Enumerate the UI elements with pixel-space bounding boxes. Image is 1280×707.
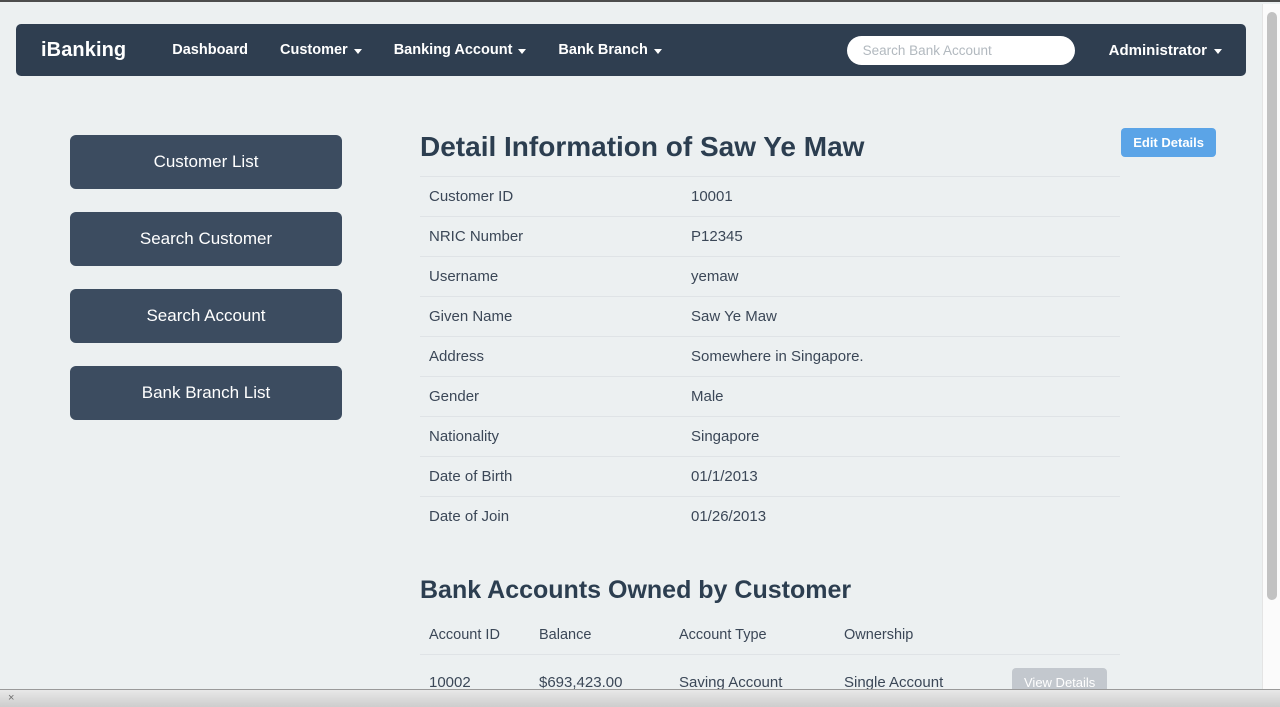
page-title-row: Detail Information of Saw Ye Maw Edit De… bbox=[420, 128, 1216, 163]
vertical-scrollbar[interactable] bbox=[1262, 4, 1280, 689]
page-title: Detail Information of Saw Ye Maw bbox=[420, 131, 865, 162]
nav-item-label: Banking Account bbox=[393, 42, 513, 58]
detail-value: yemaw bbox=[682, 256, 1120, 297]
customer-detail-table: Customer ID 10001 NRIC Number P12345 Use… bbox=[420, 176, 1120, 536]
cell-balance: $693,423.00 bbox=[530, 654, 670, 689]
nav-item-label: Customer bbox=[280, 42, 348, 58]
cell-account-id: 10002 bbox=[420, 654, 530, 689]
bottom-status-bar: × bbox=[0, 689, 1280, 707]
detail-label: Date of Birth bbox=[420, 456, 682, 497]
brand-logo[interactable]: iBanking bbox=[41, 39, 126, 62]
detail-label: Username bbox=[420, 256, 682, 297]
table-row: Date of Join 01/26/2013 bbox=[420, 496, 1120, 536]
nav-item-label: Dashboard bbox=[172, 42, 249, 58]
sidebar: Customer List Search Customer Search Acc… bbox=[70, 98, 342, 689]
cell-actions: View Details bbox=[1003, 654, 1120, 689]
detail-value: P12345 bbox=[682, 216, 1120, 257]
detail-label: Address bbox=[420, 336, 682, 377]
column-header-account-id: Account ID bbox=[429, 627, 500, 643]
table-row: Username yemaw bbox=[420, 256, 1120, 297]
column-header-account-type: Account Type bbox=[679, 627, 767, 643]
top-navbar: iBanking Dashboard Customer Banking Acco… bbox=[16, 24, 1246, 76]
column-header-ownership: Ownership bbox=[844, 627, 914, 643]
detail-label: NRIC Number bbox=[420, 216, 682, 257]
table-row: Nationality Singapore bbox=[420, 416, 1120, 457]
chevron-down-icon bbox=[1214, 48, 1222, 54]
scrollbar-thumb[interactable] bbox=[1267, 12, 1277, 600]
nav-item-dashboard[interactable]: Dashboard bbox=[156, 36, 264, 64]
nav-item-customer[interactable]: Customer bbox=[264, 36, 378, 64]
table-row: Given Name Saw Ye Maw bbox=[420, 296, 1120, 337]
account-menu-label: Administrator bbox=[1108, 41, 1207, 59]
search-input[interactable] bbox=[846, 35, 1075, 65]
nav-item-banking-account[interactable]: Banking Account bbox=[378, 36, 543, 64]
main-content: Detail Information of Saw Ye Maw Edit De… bbox=[420, 98, 1216, 689]
detail-label: Nationality bbox=[420, 416, 682, 457]
bank-accounts-table: Account ID Balance Account Type Ownershi… bbox=[420, 623, 1120, 689]
close-icon[interactable]: × bbox=[8, 693, 14, 704]
cell-ownership: Single Account bbox=[835, 654, 1003, 689]
table-row: 10002 $693,423.00 Saving Account Single … bbox=[420, 654, 1120, 689]
detail-label: Customer ID bbox=[420, 176, 682, 217]
table-header-row: Account ID Balance Account Type Ownershi… bbox=[420, 623, 1120, 655]
nav-item-label: Bank Branch bbox=[558, 42, 648, 58]
table-row: Customer ID 10001 bbox=[420, 176, 1120, 217]
table-row: Address Somewhere in Singapore. bbox=[420, 336, 1120, 377]
sidebar-item-search-customer[interactable]: Search Customer bbox=[70, 212, 342, 266]
table-row: NRIC Number P12345 bbox=[420, 216, 1120, 257]
edit-details-button[interactable]: Edit Details bbox=[1121, 128, 1216, 157]
column-header-balance: Balance bbox=[539, 627, 592, 643]
account-menu[interactable]: Administrator bbox=[1109, 42, 1222, 59]
accounts-section-title: Bank Accounts Owned by Customer bbox=[420, 576, 852, 604]
table-row: Gender Male bbox=[420, 376, 1120, 417]
browser-viewport: iBanking Dashboard Customer Banking Acco… bbox=[0, 0, 1280, 689]
chevron-down-icon bbox=[653, 48, 662, 54]
detail-value: 01/26/2013 bbox=[682, 496, 1120, 536]
detail-value: 10001 bbox=[682, 176, 1120, 217]
column-header-actions bbox=[1003, 623, 1120, 655]
detail-value: Somewhere in Singapore. bbox=[682, 336, 1120, 377]
table-row: Date of Birth 01/1/2013 bbox=[420, 456, 1120, 497]
page-container: Customer List Search Customer Search Acc… bbox=[0, 98, 1262, 689]
nav-links: Dashboard Customer Banking Account Bank … bbox=[156, 36, 678, 64]
navbar-right: Administrator bbox=[846, 35, 1222, 65]
detail-value: 01/1/2013 bbox=[682, 456, 1120, 497]
sidebar-item-bank-branch-list[interactable]: Bank Branch List bbox=[70, 366, 342, 420]
view-details-button[interactable]: View Details bbox=[1012, 668, 1108, 689]
detail-value: Saw Ye Maw bbox=[682, 296, 1120, 337]
chevron-down-icon bbox=[518, 48, 527, 54]
cell-account-type: Saving Account bbox=[670, 654, 835, 689]
sidebar-item-customer-list[interactable]: Customer List bbox=[70, 135, 342, 189]
detail-label: Given Name bbox=[420, 296, 682, 337]
detail-value: Male bbox=[682, 376, 1120, 417]
detail-label: Gender bbox=[420, 376, 682, 417]
nav-item-bank-branch[interactable]: Bank Branch bbox=[542, 36, 677, 64]
page-canvas: iBanking Dashboard Customer Banking Acco… bbox=[0, 2, 1262, 689]
detail-label: Date of Join bbox=[420, 496, 682, 536]
sidebar-item-search-account[interactable]: Search Account bbox=[70, 289, 342, 343]
chevron-down-icon bbox=[353, 48, 362, 54]
detail-value: Singapore bbox=[682, 416, 1120, 457]
